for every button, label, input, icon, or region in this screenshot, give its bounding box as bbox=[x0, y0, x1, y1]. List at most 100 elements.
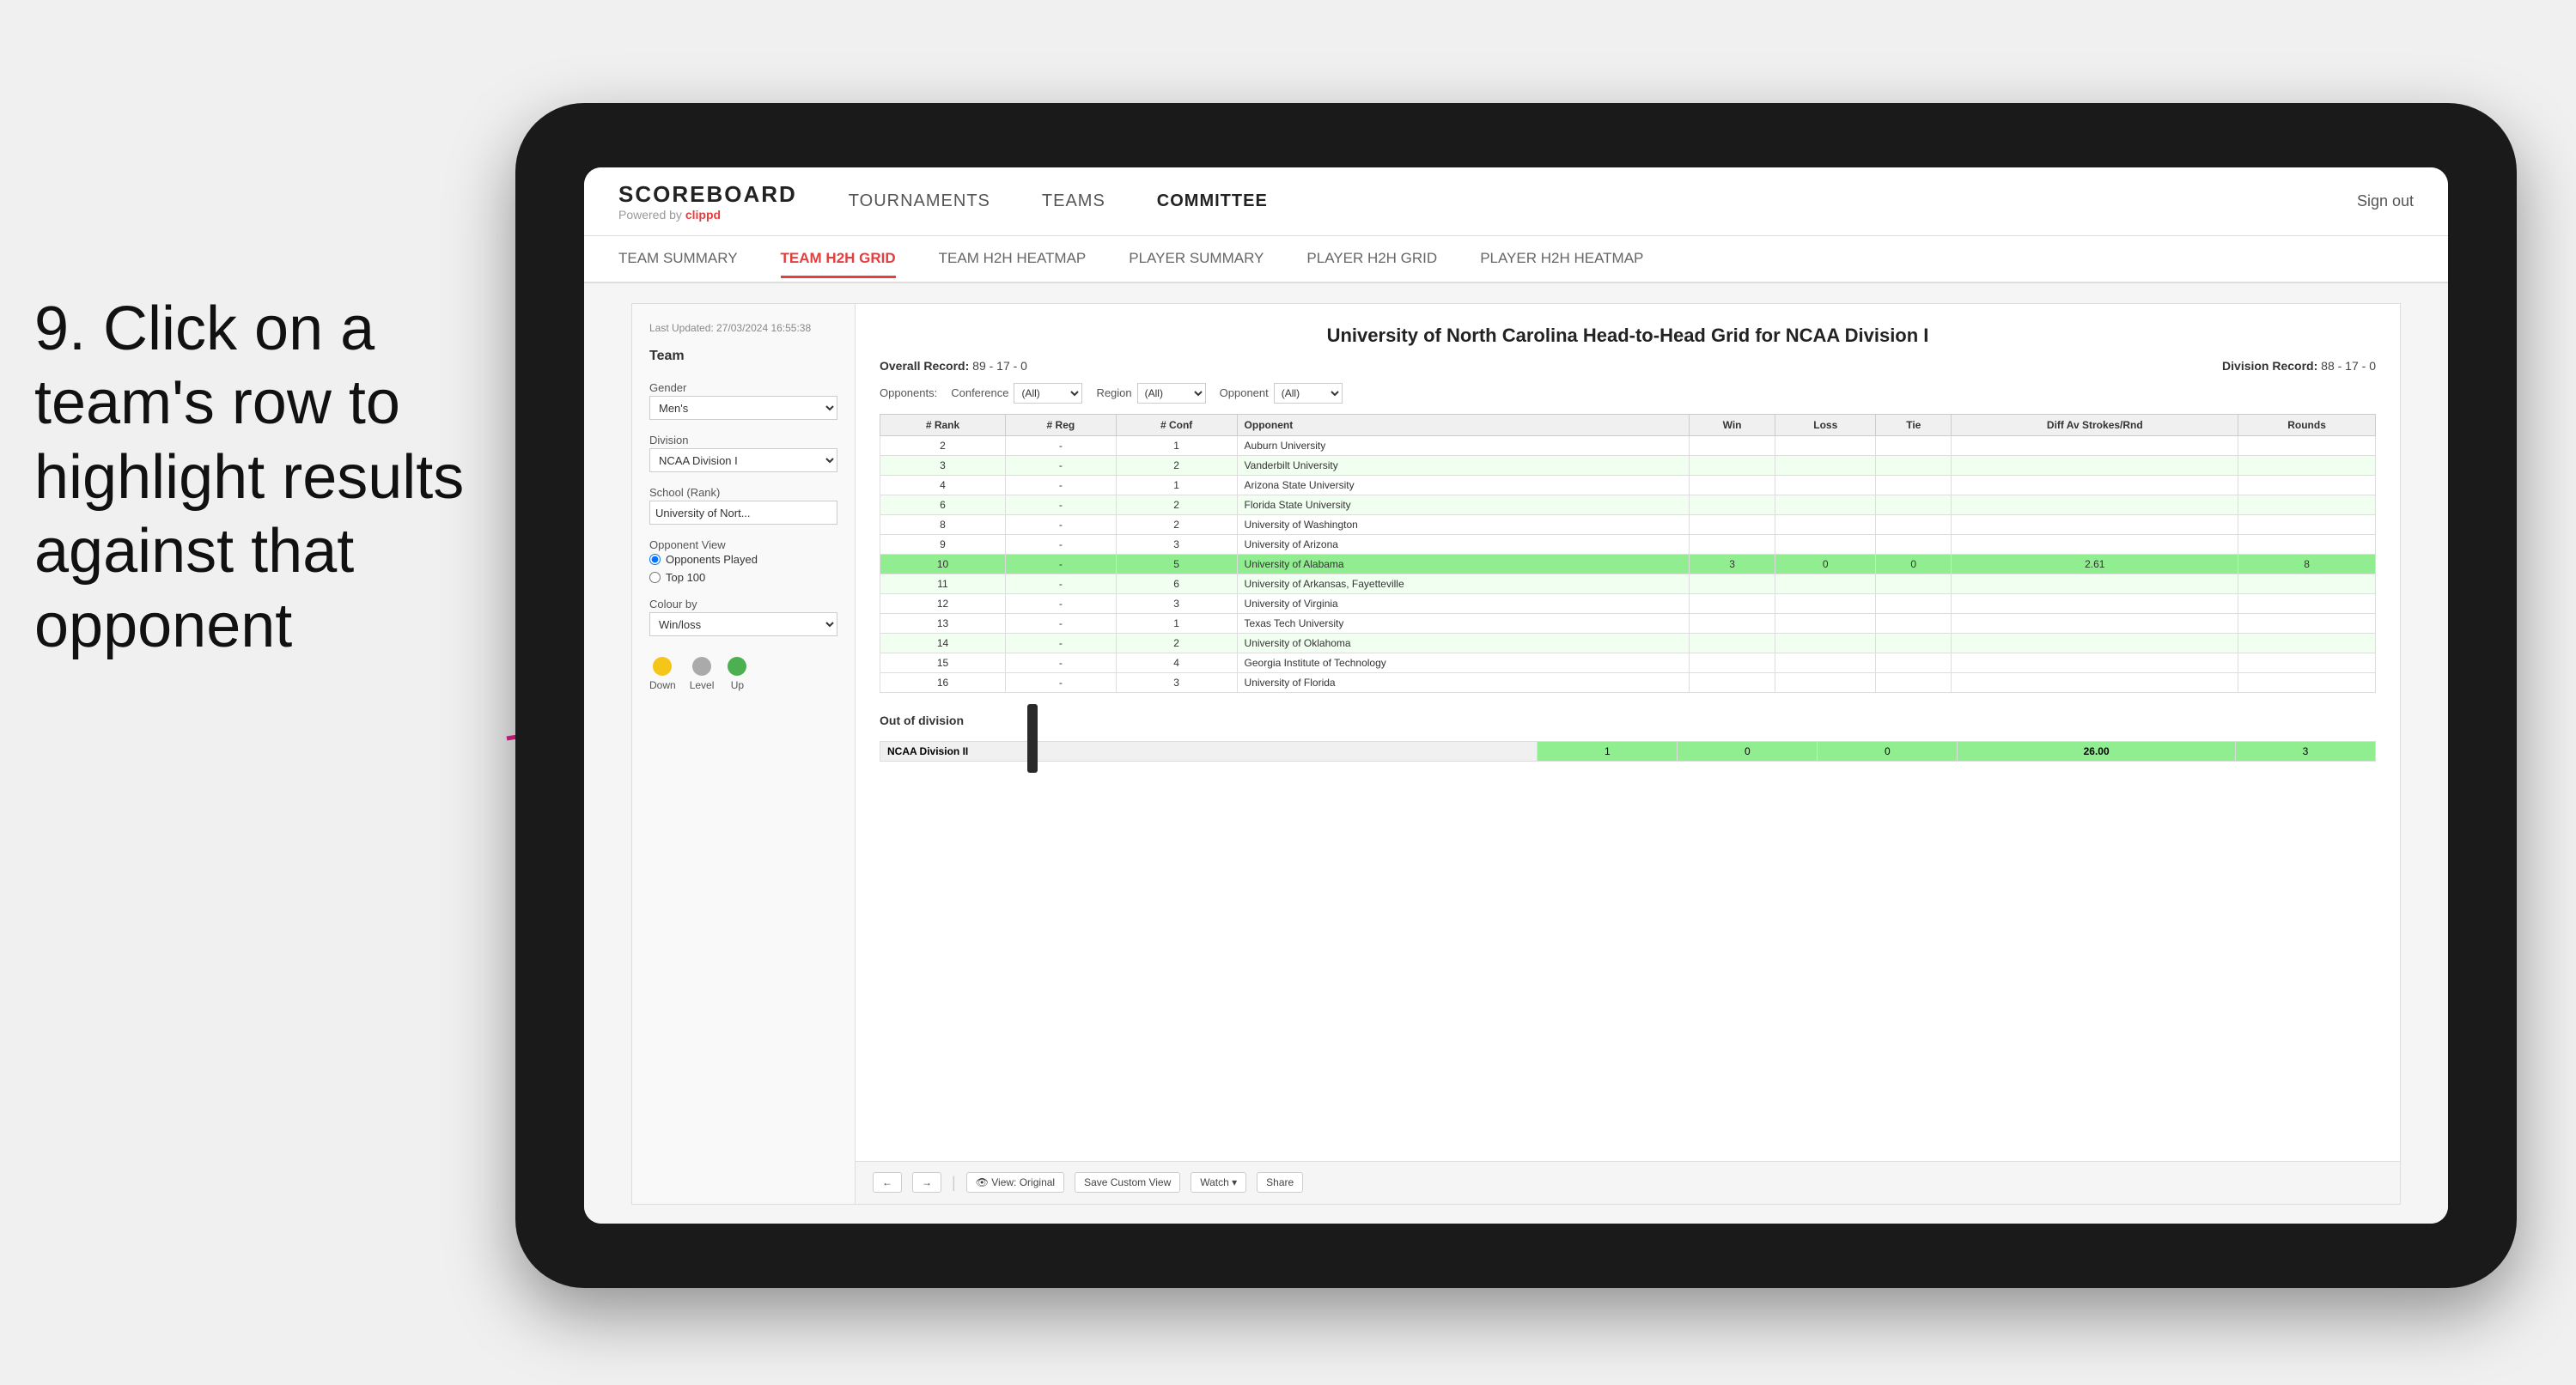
out-of-division-row[interactable]: NCAA Division II 1 0 0 26.00 3 bbox=[880, 741, 2376, 761]
filter-group-region: Region (All) bbox=[1096, 383, 1205, 404]
table-row[interactable]: 13-1Texas Tech University bbox=[880, 613, 2376, 633]
region-label: Region bbox=[1096, 386, 1131, 399]
out-of-division-label: Out of division bbox=[880, 714, 2376, 727]
table-row[interactable]: 10-5University of Alabama3002.618 bbox=[880, 554, 2376, 574]
subnav-player-h2h-grid[interactable]: PLAYER H2H GRID bbox=[1306, 241, 1437, 278]
annotation-text: 9. Click on a team's row to highlight re… bbox=[34, 292, 533, 663]
view-original-btn[interactable]: 👁 View: Original bbox=[966, 1172, 1064, 1193]
table-row[interactable]: 6-2Florida State University bbox=[880, 495, 2376, 514]
app-panel: Last Updated: 27/03/2024 16:55:38 Team G… bbox=[631, 303, 2401, 1205]
table-row[interactable]: 3-2Vanderbilt University bbox=[880, 455, 2376, 475]
logo: SCOREBOARD Powered by clippd bbox=[618, 181, 797, 222]
save-custom-btn[interactable]: Save Custom View bbox=[1075, 1172, 1180, 1193]
filter-group-opponent: Opponent (All) bbox=[1220, 383, 1343, 404]
table-row[interactable]: 14-2University of Oklahoma bbox=[880, 633, 2376, 653]
col-rank: # Rank bbox=[880, 414, 1006, 435]
table-row[interactable]: 15-4Georgia Institute of Technology bbox=[880, 653, 2376, 672]
watch-btn[interactable]: Watch ▾ bbox=[1191, 1172, 1246, 1193]
sidebar-gender-label: Gender bbox=[649, 381, 837, 394]
tablet-device: SCOREBOARD Powered by clippd TOURNAMENTS… bbox=[515, 103, 2517, 1288]
legend-level-dot bbox=[692, 657, 711, 676]
sidebar-radio-group: Opponents Played Top 100 bbox=[649, 553, 837, 584]
out-div-label: NCAA Division II bbox=[880, 741, 1538, 761]
records-row: Overall Record: 89 - 17 - 0 Division Rec… bbox=[880, 359, 2376, 373]
filter-group-conference: Conference (All) bbox=[951, 383, 1082, 404]
legend-up-dot bbox=[728, 657, 746, 676]
opponents-label: Opponents: bbox=[880, 386, 937, 399]
sidebar-timestamp: Last Updated: 27/03/2024 16:55:38 bbox=[649, 321, 837, 336]
opponent-select[interactable]: (All) bbox=[1274, 383, 1343, 404]
division-record: Division Record: 88 - 17 - 0 bbox=[2222, 359, 2376, 373]
out-of-division-table: NCAA Division II 1 0 0 26.00 3 bbox=[880, 741, 2376, 762]
logo-brand: clippd bbox=[685, 208, 721, 222]
table-row[interactable]: 9-3University of Arizona bbox=[880, 534, 2376, 554]
opponent-label: Opponent bbox=[1220, 386, 1269, 399]
legend-down: Down bbox=[649, 657, 676, 691]
main-content: Last Updated: 27/03/2024 16:55:38 Team G… bbox=[584, 283, 2448, 1224]
nav-tournaments[interactable]: TOURNAMENTS bbox=[849, 185, 990, 218]
sign-out-button[interactable]: Sign out bbox=[2357, 192, 2414, 210]
share-btn[interactable]: Share bbox=[1257, 1172, 1303, 1193]
nav-teams[interactable]: TEAMS bbox=[1042, 185, 1105, 218]
table-row[interactable]: 4-1Arizona State University bbox=[880, 475, 2376, 495]
conference-label: Conference bbox=[951, 386, 1008, 399]
col-loss: Loss bbox=[1775, 414, 1876, 435]
sidebar-opponent-view-label: Opponent View bbox=[649, 538, 837, 551]
table-row[interactable]: 8-2University of Washington bbox=[880, 514, 2376, 534]
out-div-rounds: 3 bbox=[2235, 741, 2375, 761]
table-row[interactable]: 12-3University of Virginia bbox=[880, 593, 2376, 613]
redo-btn[interactable]: → bbox=[912, 1172, 941, 1193]
h2h-table: # Rank # Reg # Conf Opponent Win Loss Ti… bbox=[880, 414, 2376, 693]
annotation-label: 9. Click on a team's row to highlight re… bbox=[34, 295, 464, 660]
subnav: TEAM SUMMARY TEAM H2H GRID TEAM H2H HEAT… bbox=[584, 236, 2448, 283]
sidebar-school-label: School (Rank) bbox=[649, 486, 837, 499]
col-diff: Diff Av Strokes/Rnd bbox=[1952, 414, 2238, 435]
col-conf: # Conf bbox=[1116, 414, 1237, 435]
sidebar: Last Updated: 27/03/2024 16:55:38 Team G… bbox=[632, 304, 856, 1204]
col-reg: # Reg bbox=[1006, 414, 1117, 435]
sidebar-team-label: Team bbox=[649, 349, 837, 364]
sidebar-radio-opponents[interactable]: Opponents Played bbox=[649, 553, 837, 566]
out-div-diff: 26.00 bbox=[1958, 741, 2236, 761]
table-row[interactable]: 16-3University of Florida bbox=[880, 672, 2376, 692]
undo-btn[interactable]: ← bbox=[873, 1172, 902, 1193]
logo-powered: Powered by clippd bbox=[618, 208, 797, 222]
col-tie: Tie bbox=[1876, 414, 1952, 435]
sidebar-division-label: Division bbox=[649, 434, 837, 446]
toolbar: ← → | 👁 View: Original Save Custom View bbox=[856, 1161, 2400, 1204]
sidebar-colour-label: Colour by bbox=[649, 598, 837, 610]
overall-record: Overall Record: 89 - 17 - 0 bbox=[880, 359, 1027, 373]
subnav-team-h2h-heatmap[interactable]: TEAM H2H HEATMAP bbox=[939, 241, 1087, 278]
content-title: University of North Carolina Head-to-Hea… bbox=[880, 325, 2376, 347]
sidebar-division-select[interactable]: NCAA Division I bbox=[649, 448, 837, 472]
table-row[interactable]: 11-6University of Arkansas, Fayetteville bbox=[880, 574, 2376, 593]
sidebar-radio-top100[interactable]: Top 100 bbox=[649, 571, 837, 584]
conference-select[interactable]: (All) bbox=[1014, 383, 1082, 404]
col-opponent: Opponent bbox=[1237, 414, 1689, 435]
out-div-tie: 0 bbox=[1818, 741, 1958, 761]
out-div-loss: 0 bbox=[1678, 741, 1818, 761]
eye-icon: 👁 bbox=[976, 1176, 989, 1188]
sidebar-school-input[interactable] bbox=[649, 501, 837, 525]
sidebar-colour-select[interactable]: Win/loss bbox=[649, 612, 837, 636]
legend-down-dot bbox=[653, 657, 672, 676]
navbar: SCOREBOARD Powered by clippd TOURNAMENTS… bbox=[584, 167, 2448, 236]
region-select[interactable]: (All) bbox=[1137, 383, 1206, 404]
nav-items: TOURNAMENTS TEAMS COMMITTEE bbox=[849, 185, 2305, 218]
legend-level: Level bbox=[690, 657, 715, 691]
legend: Down Level Up bbox=[649, 657, 837, 691]
subnav-team-h2h-grid[interactable]: TEAM H2H GRID bbox=[781, 241, 896, 278]
col-rounds: Rounds bbox=[2238, 414, 2376, 435]
out-div-win: 1 bbox=[1538, 741, 1678, 761]
legend-up: Up bbox=[728, 657, 746, 691]
logo-scoreboard: SCOREBOARD bbox=[618, 181, 797, 208]
tablet-side-button bbox=[1027, 704, 1038, 773]
table-row[interactable]: 2-1Auburn University bbox=[880, 435, 2376, 455]
scene: 9. Click on a team's row to highlight re… bbox=[0, 0, 2576, 1385]
subnav-team-summary[interactable]: TEAM SUMMARY bbox=[618, 241, 738, 278]
col-win: Win bbox=[1689, 414, 1775, 435]
subnav-player-h2h-heatmap[interactable]: PLAYER H2H HEATMAP bbox=[1480, 241, 1643, 278]
sidebar-gender-select[interactable]: Men's bbox=[649, 396, 837, 420]
nav-committee[interactable]: COMMITTEE bbox=[1157, 185, 1268, 218]
subnav-player-summary[interactable]: PLAYER SUMMARY bbox=[1129, 241, 1264, 278]
